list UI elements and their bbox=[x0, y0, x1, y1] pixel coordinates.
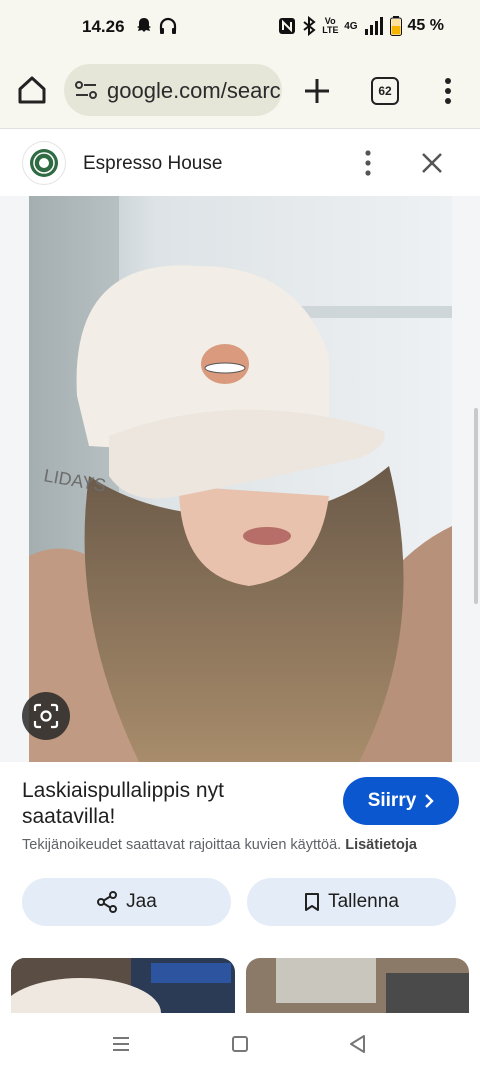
tab-count: 62 bbox=[378, 84, 392, 98]
network-type: 4G bbox=[344, 20, 358, 32]
status-bar: 14.26 Vo LTE 4G 45 % bbox=[0, 0, 480, 54]
related-image-thumbnail[interactable] bbox=[11, 958, 235, 1018]
recent-apps-icon[interactable] bbox=[110, 1033, 132, 1055]
snapchat-icon bbox=[137, 18, 151, 32]
menu-icon[interactable] bbox=[436, 76, 460, 106]
battery-icon bbox=[389, 16, 402, 36]
more-options-icon[interactable] bbox=[356, 149, 380, 177]
battery-percent: 45 % bbox=[407, 17, 444, 34]
url-text: google.com/search bbox=[107, 78, 282, 103]
save-button[interactable]: Tallenna bbox=[247, 878, 456, 926]
signal-icon bbox=[364, 17, 383, 35]
address-bar[interactable]: google.com/search bbox=[64, 64, 282, 116]
image-preview-area: LIDAYS bbox=[0, 196, 480, 762]
share-button[interactable]: Jaa bbox=[22, 878, 231, 926]
site-settings-icon[interactable] bbox=[74, 79, 98, 101]
copyright-notice: Tekijänoikeudet saattavat rajoittaa kuvi… bbox=[22, 837, 417, 853]
back-icon[interactable] bbox=[347, 1033, 369, 1055]
save-label: Tallenna bbox=[328, 891, 399, 912]
status-time: 14.26 bbox=[82, 17, 125, 36]
source-header: Espresso House bbox=[0, 128, 480, 197]
status-left-icons bbox=[134, 16, 178, 36]
lens-search-icon[interactable] bbox=[22, 692, 70, 740]
tabs-icon[interactable]: 62 bbox=[371, 77, 399, 105]
copyright-text: Tekijänoikeudet saattavat rajoittaa kuvi… bbox=[22, 837, 342, 853]
volte-icon: Vo LTE bbox=[322, 16, 339, 35]
source-name[interactable]: Espresso House bbox=[83, 153, 222, 175]
result-image[interactable]: LIDAYS bbox=[29, 196, 452, 762]
visit-label: Siirry bbox=[367, 790, 417, 811]
home-icon[interactable] bbox=[14, 72, 50, 108]
browser-toolbar: google.com/search 62 bbox=[0, 54, 480, 128]
status-right: Vo LTE 4G 45 % bbox=[278, 16, 444, 36]
visit-button[interactable]: Siirry bbox=[343, 777, 459, 825]
scrollbar-thumb[interactable] bbox=[474, 408, 478, 604]
bookmark-icon bbox=[305, 893, 320, 911]
close-icon[interactable] bbox=[420, 151, 444, 175]
share-icon bbox=[97, 891, 118, 913]
nfc-icon bbox=[279, 18, 296, 34]
related-image-thumbnail[interactable] bbox=[246, 958, 469, 1018]
new-tab-icon[interactable] bbox=[300, 74, 334, 108]
home-nav-icon[interactable] bbox=[229, 1033, 251, 1055]
result-title[interactable]: Laskiaispullalippis nyt saatavilla! bbox=[22, 778, 322, 830]
headphones-icon bbox=[159, 17, 177, 34]
bluetooth-icon bbox=[303, 16, 316, 36]
learn-more-link[interactable]: Lisätietoja bbox=[345, 837, 417, 853]
chevron-right-icon bbox=[425, 794, 434, 808]
system-nav-bar bbox=[0, 1013, 480, 1072]
source-logo bbox=[22, 141, 66, 185]
share-label: Jaa bbox=[126, 891, 157, 912]
